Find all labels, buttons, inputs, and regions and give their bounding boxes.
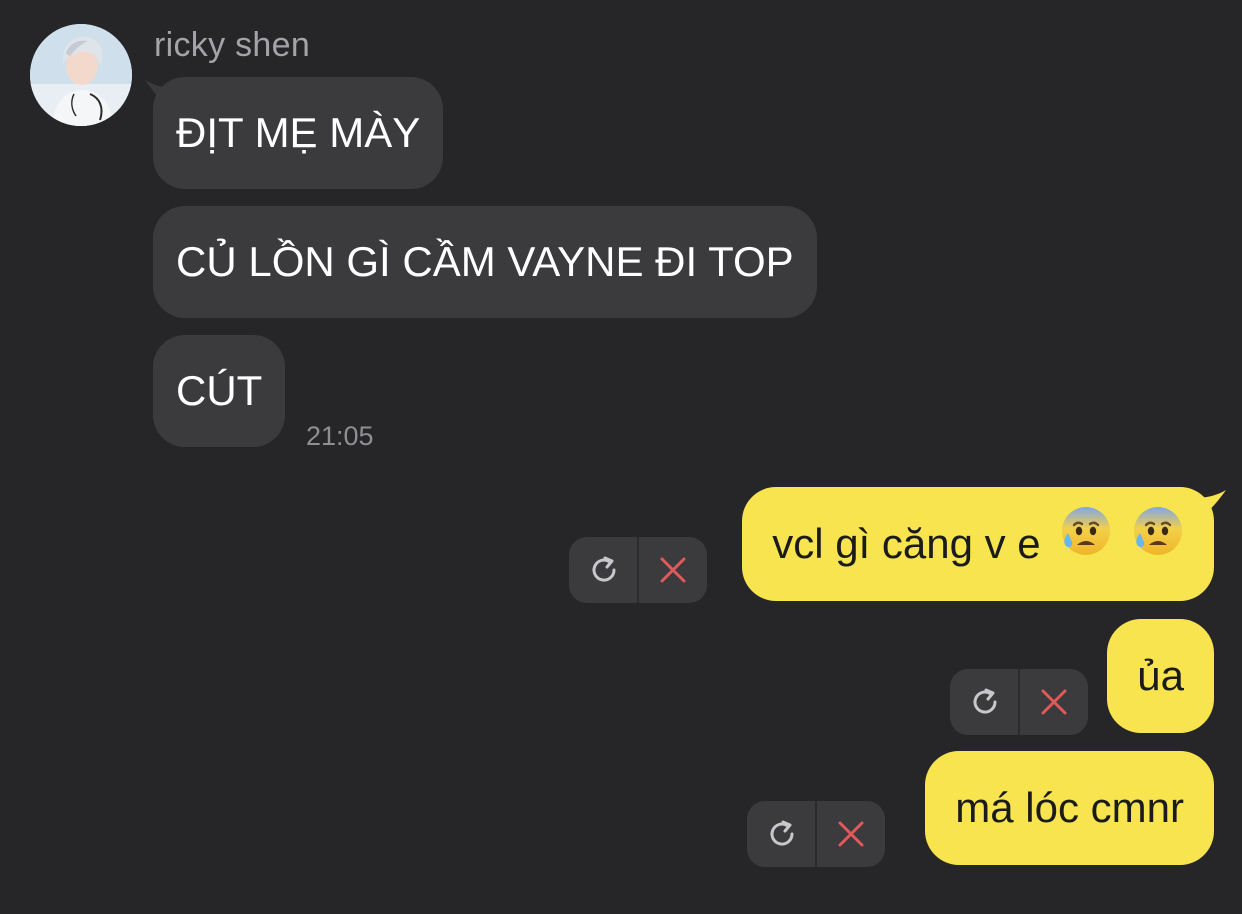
incoming-message-text: ĐỊT MẸ MÀY — [176, 109, 421, 156]
sender-name: ricky shen — [154, 26, 311, 64]
sender-avatar[interactable] — [30, 24, 132, 126]
refresh-icon — [973, 688, 997, 714]
outgoing-message[interactable]: má lóc cmnr — [925, 751, 1214, 865]
refresh-icon — [592, 556, 616, 582]
anxious-face-with-sweat-icon — [1132, 486, 1184, 600]
close-icon — [838, 821, 863, 847]
retry-button[interactable] — [747, 801, 816, 867]
incoming-message[interactable]: CỦ LỒN GÌ CẦM VAYNE ĐI TOP — [153, 206, 817, 318]
incoming-message[interactable]: CÚT — [153, 335, 286, 447]
failed-message-actions — [747, 801, 885, 867]
failed-message-actions — [569, 537, 707, 603]
delete-button[interactable] — [638, 537, 707, 603]
delete-button[interactable] — [816, 801, 885, 867]
refresh-icon — [770, 820, 794, 846]
delete-button[interactable] — [1019, 669, 1088, 735]
close-icon — [660, 557, 685, 583]
retry-button[interactable] — [950, 669, 1019, 735]
anxious-face-with-sweat-icon — [1060, 486, 1112, 600]
outgoing-message-text: ủa — [1137, 652, 1184, 699]
close-icon — [1041, 689, 1066, 715]
outgoing-message-text: vcl gì căng v e — [772, 520, 1041, 567]
retry-button[interactable] — [569, 537, 638, 603]
profile-photo-icon — [30, 24, 132, 126]
incoming-message-text: CỦ LỒN GÌ CẦM VAYNE ĐI TOP — [176, 238, 794, 285]
failed-message-actions — [950, 669, 1088, 735]
incoming-message-text: CÚT — [176, 367, 263, 414]
incoming-message[interactable]: ĐỊT MẸ MÀY — [153, 77, 444, 189]
message-timestamp: 21:05 — [306, 421, 374, 451]
chat-screen: ricky shen ĐỊT MẸ MÀY CỦ LỒN GÌ CẦM VAYN… — [0, 0, 1242, 914]
outgoing-message-text: má lóc cmnr — [955, 784, 1184, 831]
outgoing-message[interactable]: ủa — [1107, 619, 1214, 733]
outgoing-message[interactable]: vcl gì căng v e — [742, 487, 1214, 601]
